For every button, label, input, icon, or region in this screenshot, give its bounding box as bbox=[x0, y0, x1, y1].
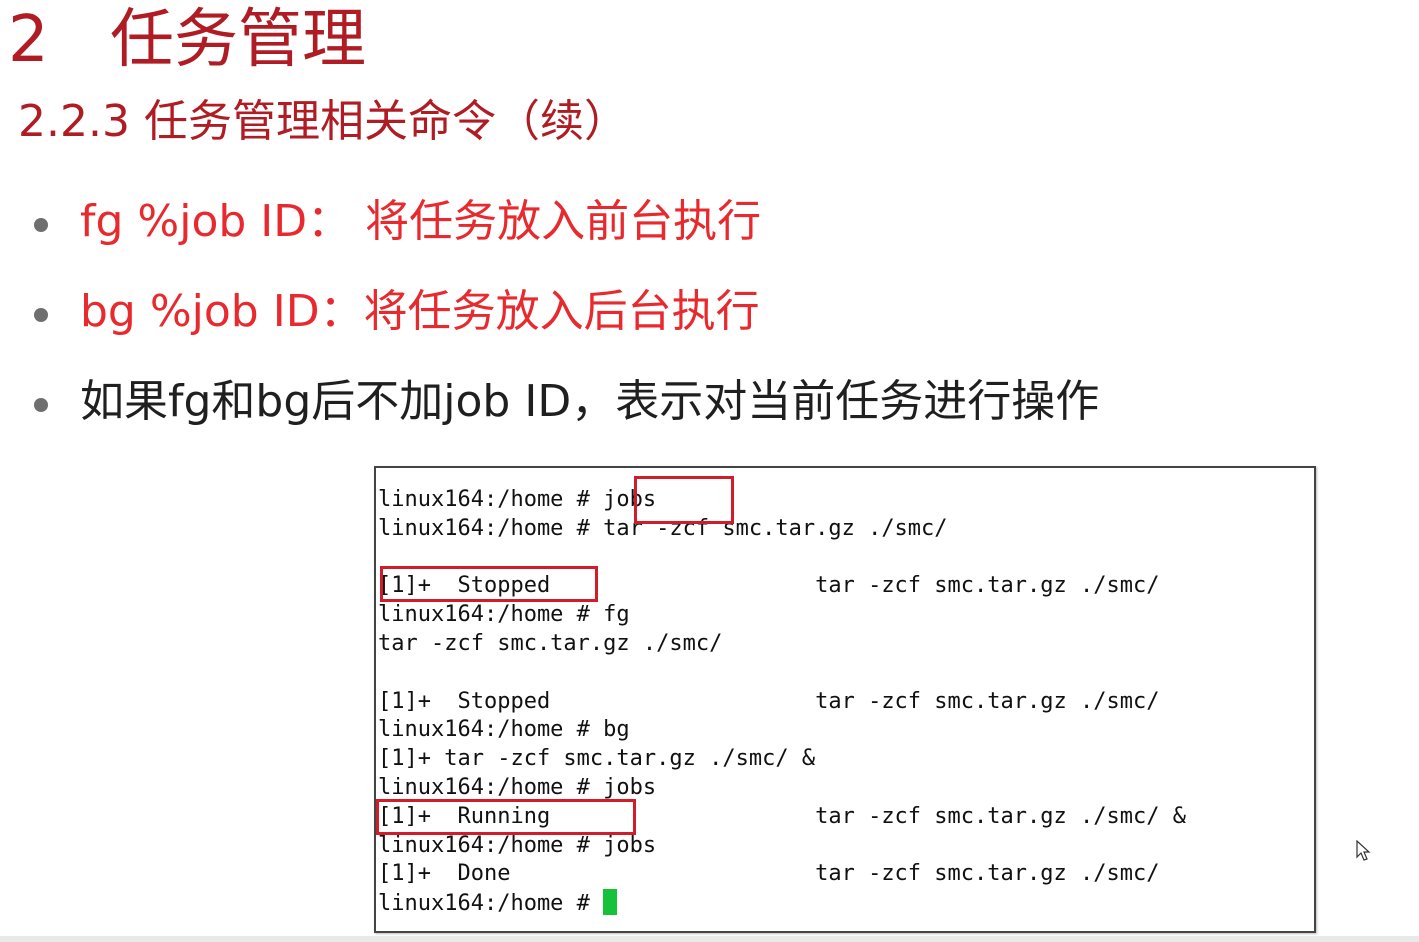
terminal-line: linux164:/home # fg bbox=[378, 602, 630, 628]
bullet-text: fg %job ID： 将任务放入前台执行 bbox=[80, 196, 762, 247]
bullet-text: bg %job ID：将任务放入后台执行 bbox=[80, 286, 760, 337]
bullet-dot-icon bbox=[34, 308, 48, 322]
terminal-line: [1]+ tar -zcf smc.tar.gz ./smc/ & bbox=[378, 746, 816, 772]
terminal-line: linux164:/home # tar -zcf smc.tar.gz ./s… bbox=[378, 515, 948, 541]
mouse-pointer-icon bbox=[1356, 840, 1371, 861]
title-text: 任务管理 bbox=[110, 3, 366, 77]
terminal-last-line: linux164:/home # bbox=[378, 889, 1186, 918]
terminal-line: tar -zcf smc.tar.gz ./smc/ bbox=[378, 630, 723, 656]
highlight-box-stopped bbox=[380, 566, 598, 602]
title-number: 2 bbox=[8, 3, 49, 77]
highlight-box-jobs bbox=[634, 476, 734, 524]
terminal-line: linux164:/home # bg bbox=[378, 717, 630, 743]
terminal-output: linux164:/home # jobs linux164:/home # ta… bbox=[378, 486, 1186, 918]
bullet-dot-icon bbox=[34, 398, 48, 412]
slide-subtitle: 2.2.3 任务管理相关命令（续） bbox=[18, 96, 628, 147]
terminal-cursor bbox=[603, 889, 618, 916]
terminal-line: linux164:/home # jobs bbox=[378, 832, 657, 858]
highlight-box-running bbox=[376, 799, 636, 835]
bullet-text: 如果fg和bg后不加job ID，表示对当前任务进行操作 bbox=[80, 376, 1100, 427]
terminal-line: [1]+ Stopped tar -zcf smc.tar.gz ./smc/ bbox=[378, 688, 1160, 714]
slide-title: 2 任务管理 bbox=[8, 0, 366, 80]
bottom-strip bbox=[0, 936, 1419, 942]
terminal-prompt: linux164:/home # bbox=[378, 891, 604, 917]
terminal-line: linux164:/home # jobs bbox=[378, 487, 657, 512]
terminal-screenshot: linux164:/home # jobs linux164:/home # ta… bbox=[374, 466, 1316, 933]
terminal-line: [1]+ Done tar -zcf smc.tar.gz ./smc/ bbox=[378, 861, 1160, 887]
slide: 2 任务管理 2.2.3 任务管理相关命令（续） fg %job ID： 将任务放… bbox=[0, 0, 1419, 942]
bullet-dot-icon bbox=[34, 218, 48, 232]
